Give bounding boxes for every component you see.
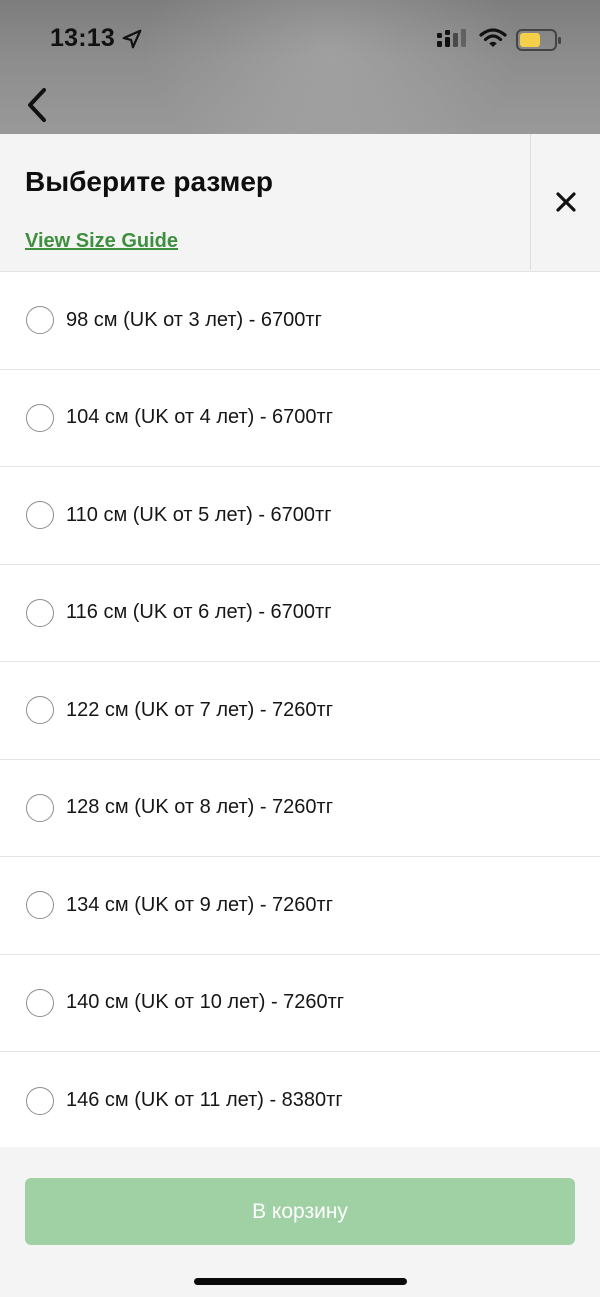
size-option[interactable]: 140 см (UK от 10 лет) - 7260тг (0, 955, 600, 1052)
signal-icon (437, 29, 466, 47)
size-option[interactable]: 134 см (UK от 9 лет) - 7260тг (0, 857, 600, 955)
size-option-label: 110 см (UK от 5 лет) - 6700тг (66, 503, 332, 526)
radio-button[interactable] (26, 793, 54, 822)
dimmed-background: 13:13 (0, 0, 600, 134)
size-options-list[interactable]: 98 см (UK от 3 лет) - 6700тг 104 см (UK … (0, 272, 600, 1147)
location-arrow-icon (122, 29, 142, 49)
radio-button[interactable] (26, 1086, 54, 1115)
size-option[interactable]: 98 см (UK от 3 лет) - 6700тг (0, 272, 600, 370)
battery-icon (516, 29, 561, 51)
size-option-label: 98 см (UK от 3 лет) - 6700тг (66, 308, 322, 331)
home-indicator (194, 1278, 407, 1285)
status-time: 13:13 (50, 24, 115, 52)
sheet-title: Выберите размер (25, 166, 274, 197)
close-icon (556, 192, 576, 212)
size-option-label: 146 см (UK от 11 лет) - 8380тг (66, 1089, 343, 1112)
radio-button[interactable] (26, 891, 54, 920)
size-option[interactable]: 146 см (UK от 11 лет) - 8380тг (0, 1052, 600, 1147)
radio-button[interactable] (26, 696, 54, 725)
sheet-footer: В корзину (0, 1147, 600, 1297)
size-option-label: 116 см (UK от 6 лет) - 6700тг (66, 601, 332, 624)
size-sheet-header: Выберите размер View Size Guide (0, 134, 600, 272)
size-option-label: 134 см (UK от 9 лет) - 7260тг (66, 893, 333, 916)
back-chevron-icon[interactable] (20, 84, 56, 126)
view-size-guide-link[interactable]: View Size Guide (25, 230, 178, 253)
size-option-label: 140 см (UK от 10 лет) - 7260тг (66, 991, 345, 1014)
size-option-label: 128 см (UK от 8 лет) - 7260тг (66, 796, 333, 819)
radio-button[interactable] (26, 306, 54, 335)
close-button[interactable] (530, 134, 600, 270)
radio-button[interactable] (26, 403, 54, 432)
size-option-label: 122 см (UK от 7 лет) - 7260тг (66, 698, 333, 721)
size-option[interactable]: 110 см (UK от 5 лет) - 6700тг (0, 467, 600, 565)
radio-button[interactable] (26, 598, 54, 627)
wifi-icon (479, 28, 507, 47)
size-option[interactable]: 104 см (UK от 4 лет) - 6700тг (0, 370, 600, 467)
size-option[interactable]: 122 см (UK от 7 лет) - 7260тг (0, 662, 600, 760)
add-to-cart-button[interactable]: В корзину (25, 1178, 575, 1245)
radio-button[interactable] (26, 501, 54, 530)
size-option[interactable]: 116 см (UK от 6 лет) - 6700тг (0, 565, 600, 662)
size-option-label: 104 см (UK от 4 лет) - 6700тг (66, 406, 333, 429)
size-option[interactable]: 128 см (UK от 8 лет) - 7260тг (0, 760, 600, 857)
radio-button[interactable] (26, 988, 54, 1017)
